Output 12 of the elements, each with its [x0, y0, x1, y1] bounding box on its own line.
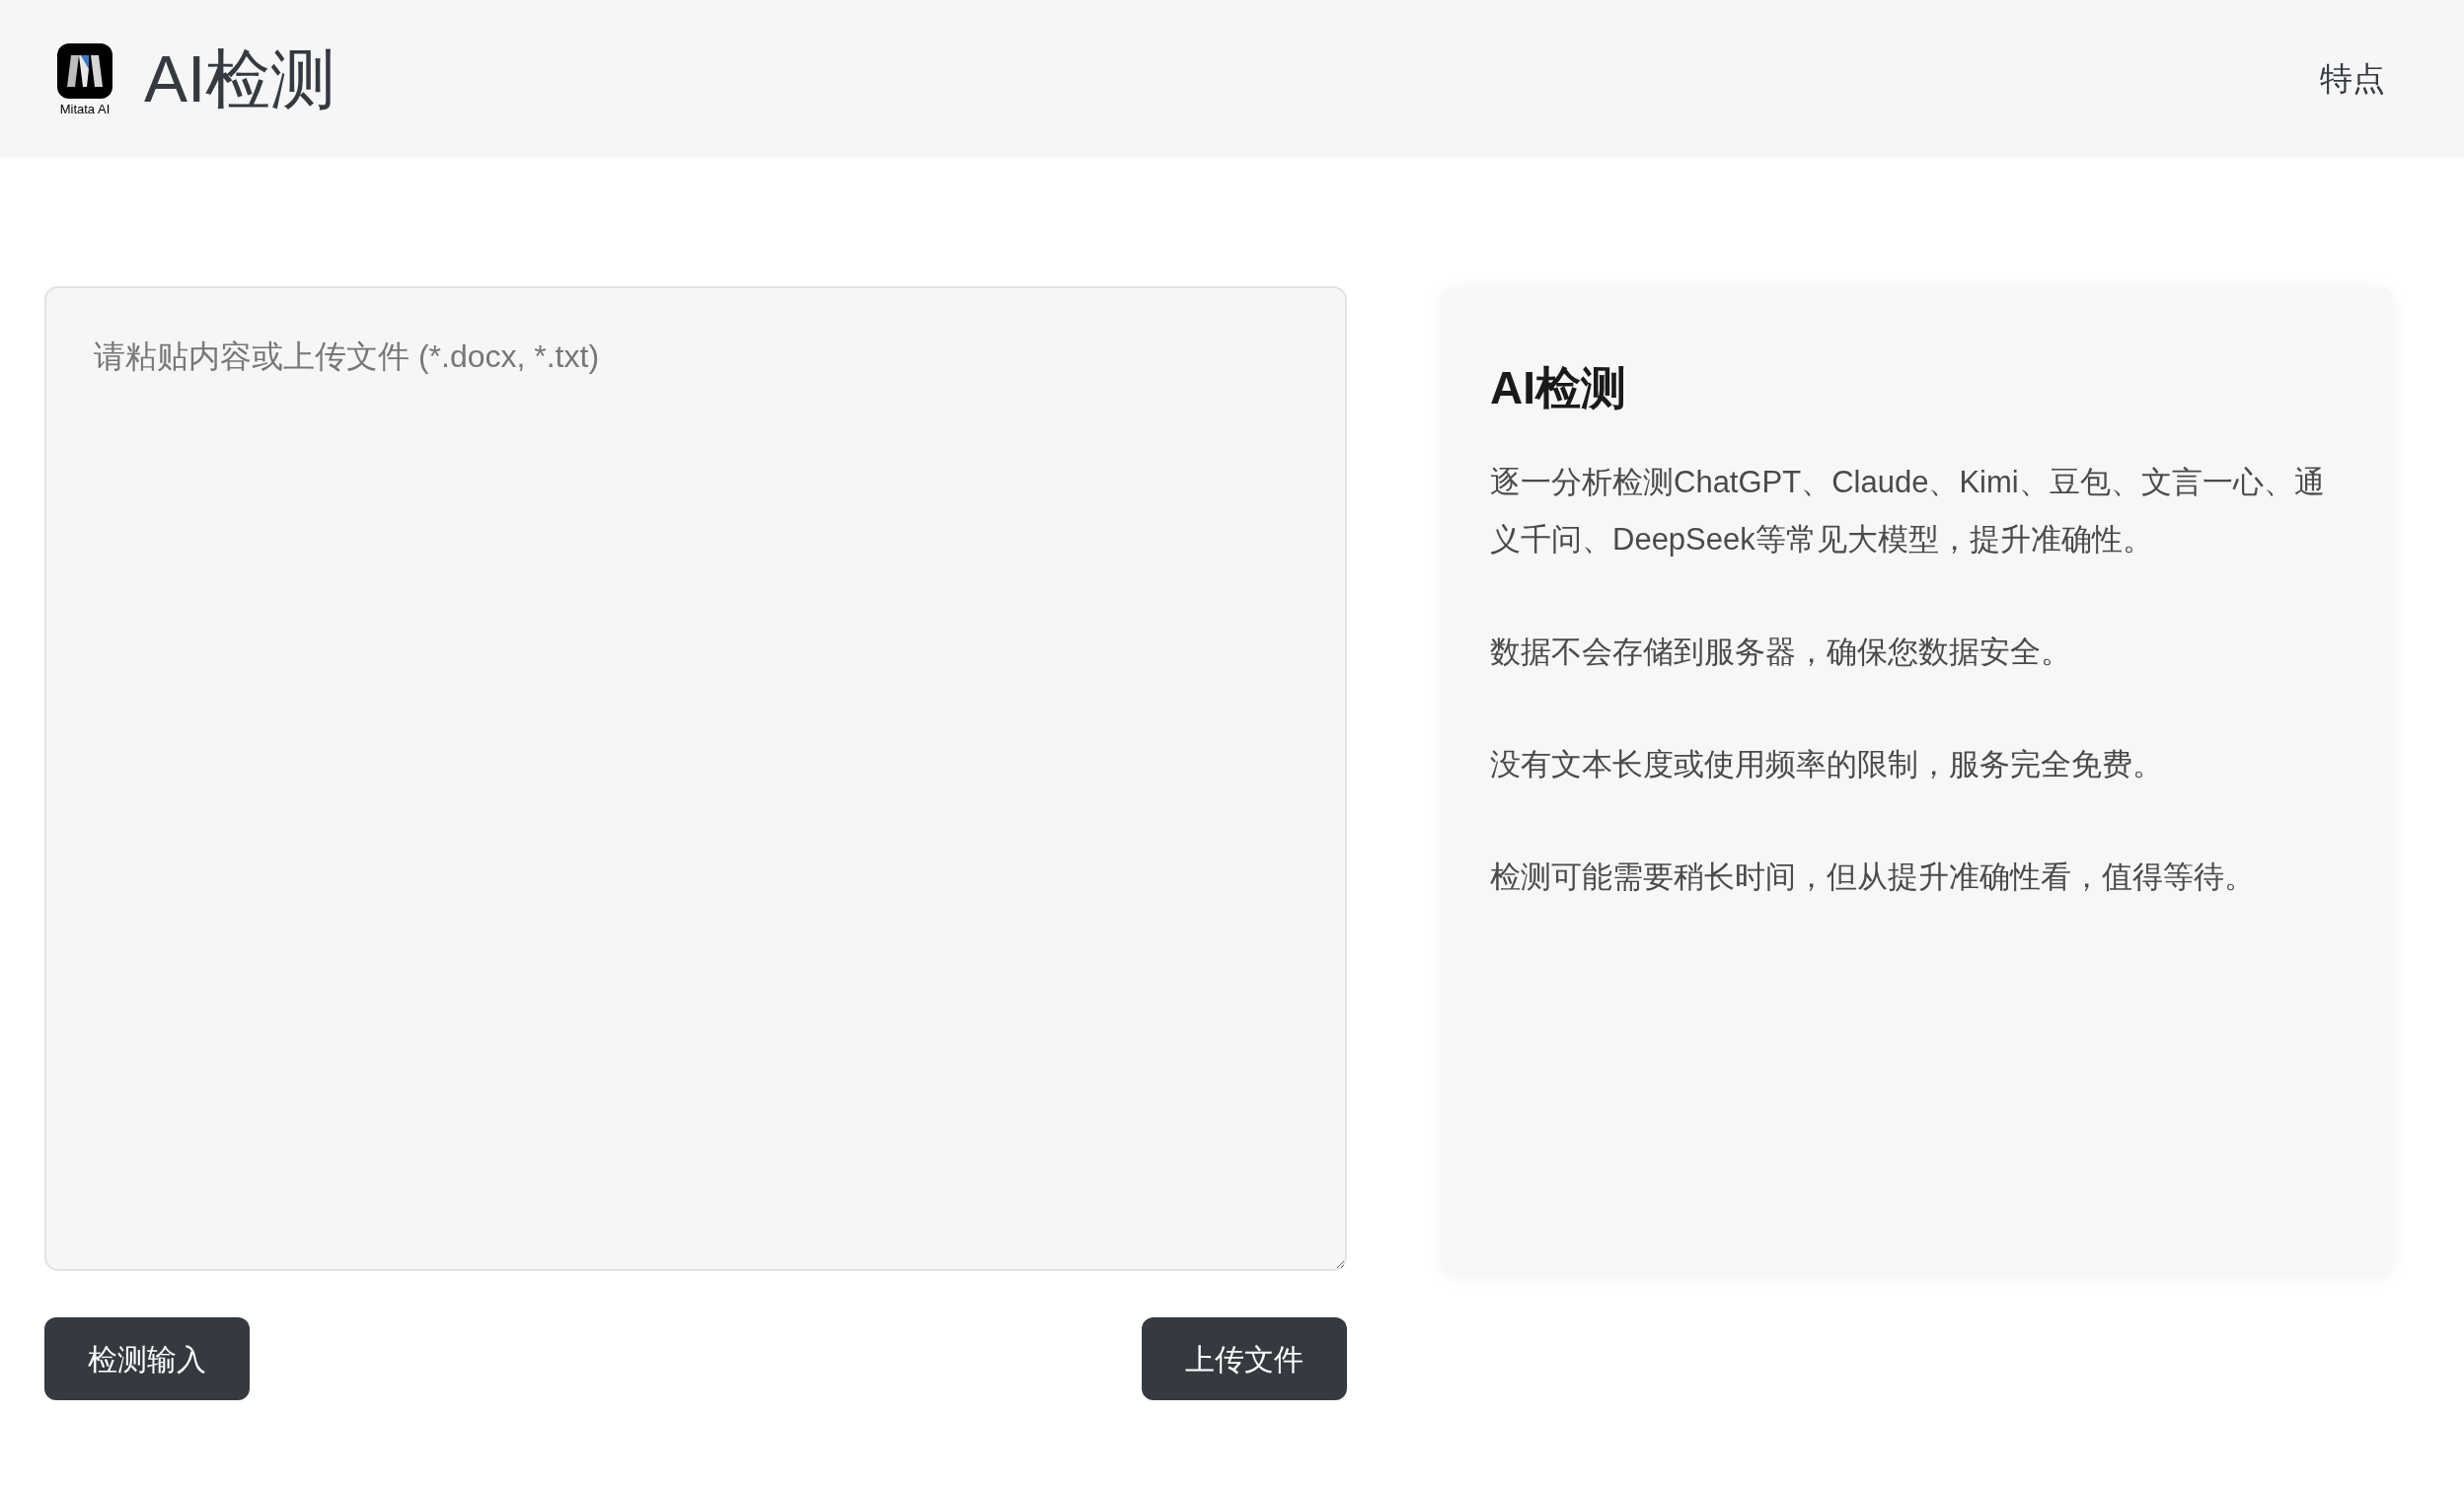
logo-icon: [57, 42, 112, 99]
feature-text: 没有文本长度或使用频率的限制，服务完全免费。: [1490, 746, 2164, 783]
upload-button[interactable]: 上传文件: [1142, 1317, 1347, 1400]
detect-button[interactable]: 检测输入: [44, 1317, 250, 1400]
feature-text: 数据不会存储到服务器，确保您数据安全。: [1490, 634, 2072, 671]
logo-caption: Mitata AI: [59, 102, 111, 115]
text-input[interactable]: 请粘贴内容或上传文件 (*.docx, *.txt): [44, 286, 1347, 1271]
nav-link[interactable]: 特点: [2320, 54, 2385, 104]
site-title: AI检测: [144, 46, 336, 112]
feature-text: 逐一分析检测ChatGPT、Claude、Kimi、豆包、文言一心、通义千问、DeepSeek等常见大模型，提升准确性。: [1490, 464, 2326, 559]
card-title: AI检测: [1490, 365, 1627, 410]
feature-text: 检测可能需要稍长时间，但从提升准确性看，值得等待。: [1490, 858, 2256, 896]
